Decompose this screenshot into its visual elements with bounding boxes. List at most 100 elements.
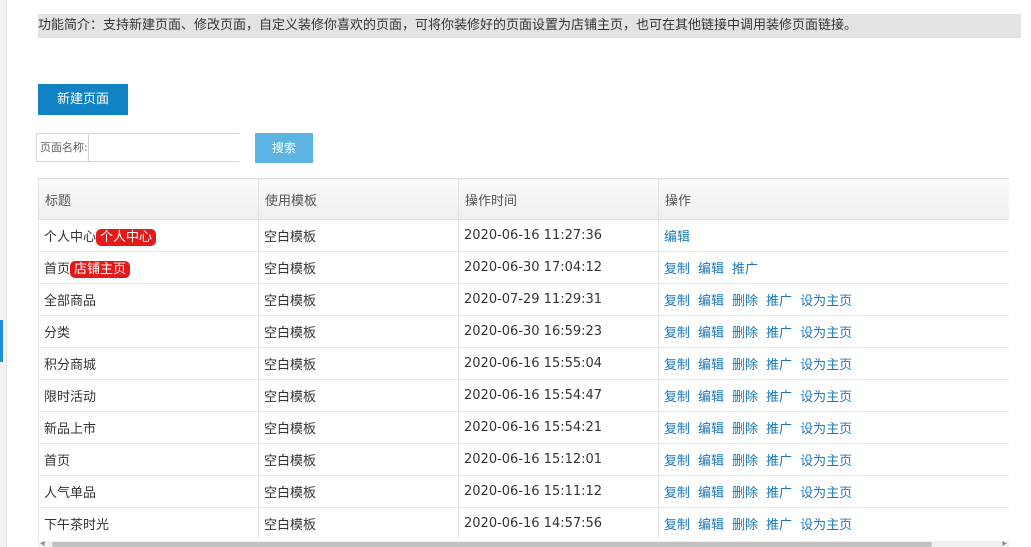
cell-ops: 复制 编辑 删除 推广 设为主页 <box>658 475 1009 508</box>
search-input[interactable] <box>88 134 247 161</box>
edit-link[interactable]: 编辑 <box>698 358 724 373</box>
column-header-time: 操作时间 <box>458 178 659 220</box>
left-active-indicator <box>0 320 3 362</box>
cell-template: 空白模板 <box>258 315 459 348</box>
edit-link[interactable]: 编辑 <box>664 230 690 245</box>
edit-link[interactable]: 编辑 <box>698 486 724 501</box>
set-homepage-link[interactable]: 设为主页 <box>800 326 852 341</box>
cell-time: 2020-06-16 14:57:56 <box>458 507 659 539</box>
table-row: 下午茶时光 空白模板 2020-06-16 14:57:56 复制 编辑 删除 推广 设为主页 <box>38 507 1009 539</box>
left-sidebar-strip <box>0 0 7 547</box>
page-title-text: 人气单品 <box>44 486 97 501</box>
promote-link[interactable]: 推广 <box>766 422 792 437</box>
promote-link[interactable]: 推广 <box>732 262 758 277</box>
copy-link[interactable]: 复制 <box>664 518 690 533</box>
edit-link[interactable]: 编辑 <box>698 454 724 469</box>
search-button[interactable]: 搜索 <box>255 133 313 163</box>
column-header-title: 标题 <box>38 178 259 220</box>
status-badge: 店铺主页 <box>70 260 131 278</box>
cell-ops: 复制 编辑 删除 推广 设为主页 <box>658 315 1009 348</box>
edit-link[interactable]: 编辑 <box>698 294 724 309</box>
cell-template: 空白模板 <box>258 283 459 316</box>
delete-link[interactable]: 删除 <box>732 486 758 501</box>
promote-link[interactable]: 推广 <box>766 486 792 501</box>
promote-link[interactable]: 推广 <box>766 454 792 469</box>
copy-link[interactable]: 复制 <box>664 326 690 341</box>
new-page-button[interactable]: 新建页面 <box>38 84 128 115</box>
promote-link[interactable]: 推广 <box>766 518 792 533</box>
cell-template: 空白模板 <box>258 219 459 252</box>
cell-time: 2020-07-29 11:29:31 <box>458 283 659 316</box>
copy-link[interactable]: 复制 <box>664 390 690 405</box>
set-homepage-link[interactable]: 设为主页 <box>800 454 852 469</box>
delete-link[interactable]: 删除 <box>732 518 758 533</box>
horizontal-scrollbar[interactable]: ◀ ▶ <box>38 541 1009 547</box>
delete-link[interactable]: 删除 <box>732 326 758 341</box>
delete-link[interactable]: 删除 <box>732 390 758 405</box>
cell-title: 首页 <box>38 443 259 476</box>
cell-ops: 复制 编辑 删除 推广 设为主页 <box>658 443 1009 476</box>
page-title-text: 限时活动 <box>44 390 97 405</box>
column-header-ops: 操作 <box>658 178 1009 220</box>
cell-time: 2020-06-16 15:55:04 <box>458 347 659 380</box>
status-badge: 个人中心 <box>96 228 157 246</box>
set-homepage-link[interactable]: 设为主页 <box>800 518 852 533</box>
cell-template: 空白模板 <box>258 475 459 508</box>
copy-link[interactable]: 复制 <box>664 422 690 437</box>
delete-link[interactable]: 删除 <box>732 294 758 309</box>
cell-ops: 编辑 <box>658 219 1009 252</box>
cell-time: 2020-06-30 16:59:23 <box>458 315 659 348</box>
cell-time: 2020-06-16 15:54:21 <box>458 411 659 444</box>
edit-link[interactable]: 编辑 <box>698 390 724 405</box>
edit-link[interactable]: 编辑 <box>698 262 724 277</box>
table-row: 限时活动 空白模板 2020-06-16 15:54:47 复制 编辑 删除 推广 设为主页 <box>38 379 1009 412</box>
cell-ops: 复制 编辑 删除 推广 设为主页 <box>658 507 1009 539</box>
cell-title: 全部商品 <box>38 283 259 316</box>
copy-link[interactable]: 复制 <box>664 358 690 373</box>
scroll-left-arrow-icon[interactable]: ◀ <box>40 541 45 547</box>
edit-link[interactable]: 编辑 <box>698 422 724 437</box>
page-title-text: 首页 <box>44 261 71 277</box>
cell-ops: 复制 编辑 删除 推广 设为主页 <box>658 379 1009 412</box>
set-homepage-link[interactable]: 设为主页 <box>800 358 852 373</box>
cell-ops: 复制 编辑 删除 推广 设为主页 <box>658 283 1009 316</box>
cell-time: 2020-06-16 15:54:47 <box>458 379 659 412</box>
cell-template: 空白模板 <box>258 251 459 284</box>
search-label: 页面名称: <box>37 134 89 161</box>
set-homepage-link[interactable]: 设为主页 <box>800 390 852 405</box>
edit-link[interactable]: 编辑 <box>698 518 724 533</box>
cell-title: 积分商城 <box>38 347 259 380</box>
copy-link[interactable]: 复制 <box>664 454 690 469</box>
set-homepage-link[interactable]: 设为主页 <box>800 486 852 501</box>
page-title-text: 首页 <box>44 454 71 469</box>
search-box: 页面名称: <box>36 133 247 162</box>
cell-time: 2020-06-16 15:12:01 <box>458 443 659 476</box>
delete-link[interactable]: 删除 <box>732 454 758 469</box>
set-homepage-link[interactable]: 设为主页 <box>800 294 852 309</box>
scrollbar-thumb[interactable] <box>52 542 932 547</box>
copy-link[interactable]: 复制 <box>664 294 690 309</box>
copy-link[interactable]: 复制 <box>664 486 690 501</box>
table-row: 积分商城 空白模板 2020-06-16 15:55:04 复制 编辑 删除 推广 设为主页 <box>38 347 1009 380</box>
table-row: 个人中心 个人中心 空白模板 2020-06-16 11:27:36 编辑 <box>38 219 1009 252</box>
table-header-row: 标题 使用模板 操作时间 操作 <box>38 178 1009 220</box>
promote-link[interactable]: 推广 <box>766 326 792 341</box>
copy-link[interactable]: 复制 <box>664 262 690 277</box>
delete-link[interactable]: 删除 <box>732 422 758 437</box>
table-row: 新品上市 空白模板 2020-06-16 15:54:21 复制 编辑 删除 推广 设为主页 <box>38 411 1009 444</box>
set-homepage-link[interactable]: 设为主页 <box>800 422 852 437</box>
delete-link[interactable]: 删除 <box>732 358 758 373</box>
edit-link[interactable]: 编辑 <box>698 326 724 341</box>
page-title-text: 新品上市 <box>44 422 97 437</box>
promote-link[interactable]: 推广 <box>766 390 792 405</box>
cell-title: 限时活动 <box>38 379 259 412</box>
table-row: 首页 空白模板 2020-06-16 15:12:01 复制 编辑 删除 推广 设为主页 <box>38 443 1009 476</box>
cell-time: 2020-06-16 15:11:12 <box>458 475 659 508</box>
promote-link[interactable]: 推广 <box>766 358 792 373</box>
scroll-right-arrow-icon[interactable]: ▶ <box>1002 541 1007 547</box>
table-row: 分类 空白模板 2020-06-30 16:59:23 复制 编辑 删除 推广 设为主页 <box>38 315 1009 348</box>
page-title-text: 积分商城 <box>44 358 97 373</box>
promote-link[interactable]: 推广 <box>766 294 792 309</box>
cell-title: 分类 <box>38 315 259 348</box>
cell-template: 空白模板 <box>258 443 459 476</box>
